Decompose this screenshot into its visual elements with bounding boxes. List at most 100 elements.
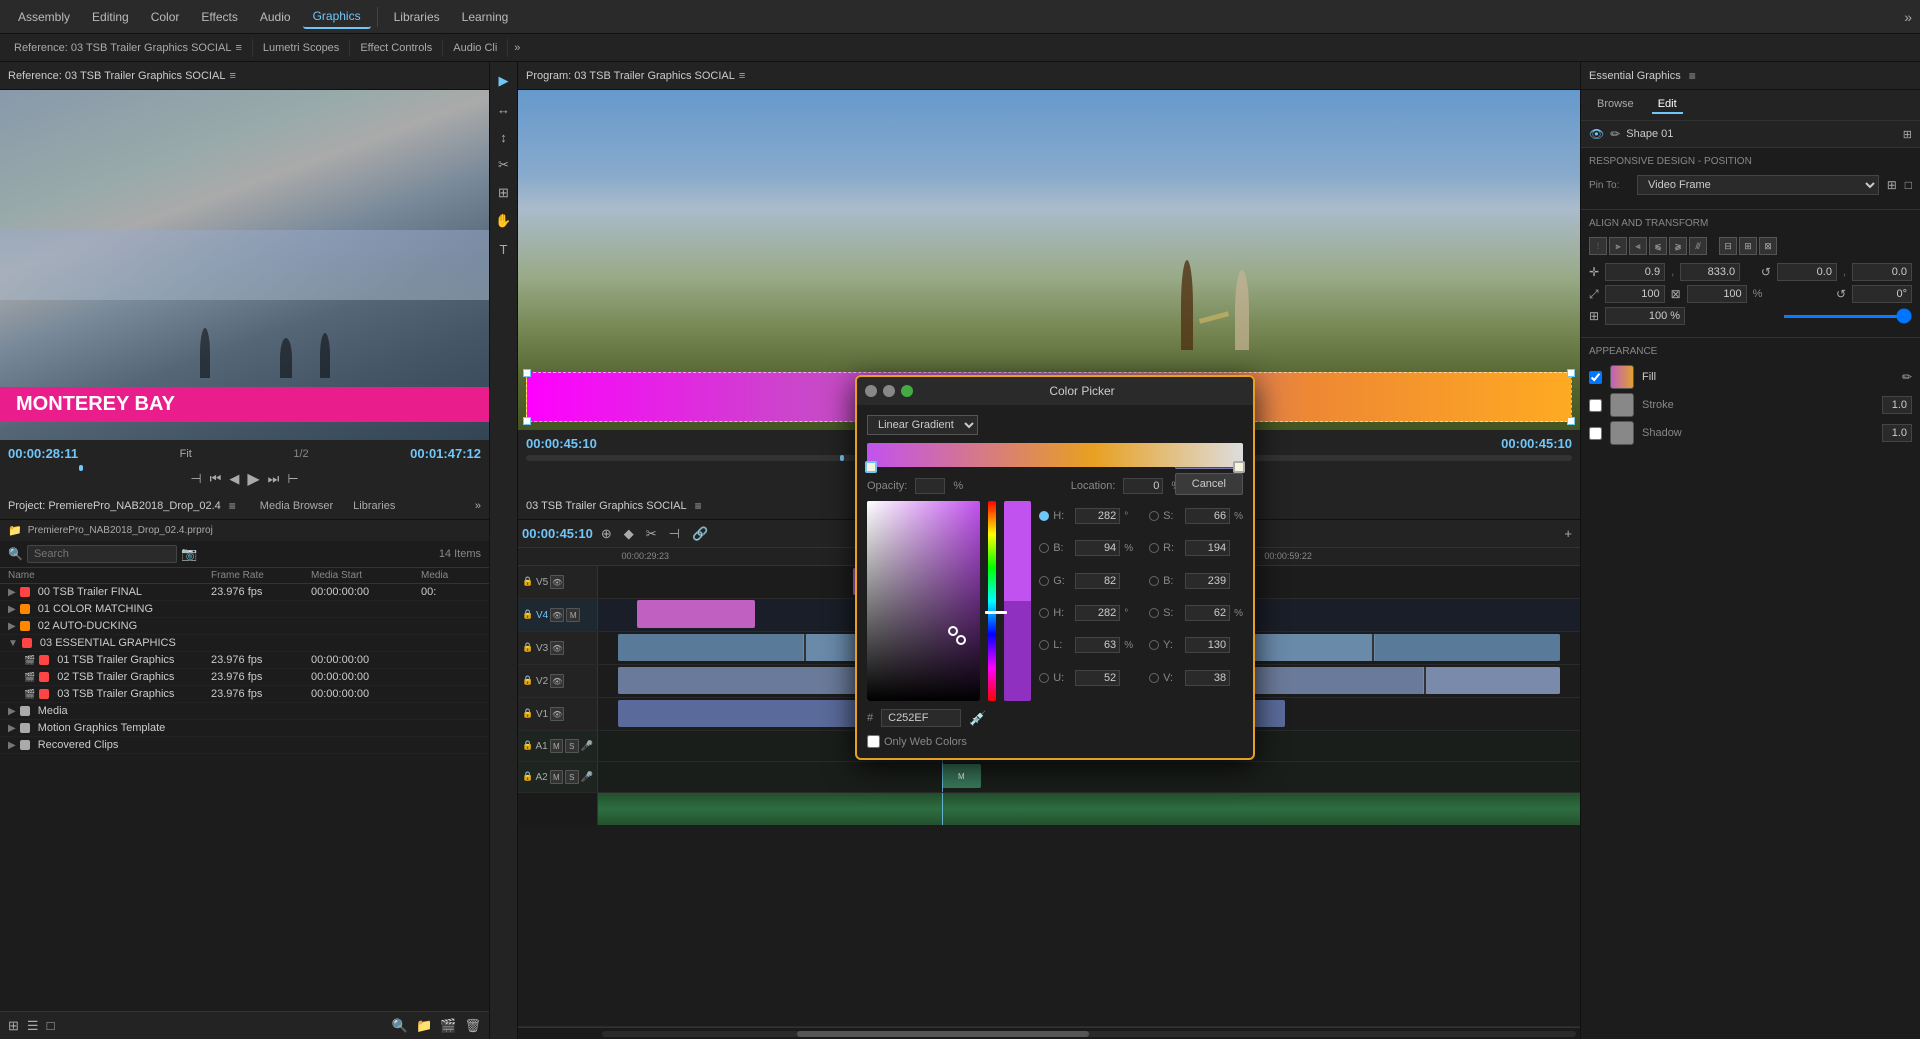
stroke2-opacity[interactable] [1882, 424, 1912, 442]
track-v5-lock[interactable]: 🔒 [522, 576, 534, 588]
pin-icon2[interactable]: □ [1905, 178, 1912, 192]
align-top[interactable]: ⫹ [1649, 237, 1667, 255]
position-y-input[interactable] [1680, 263, 1740, 281]
timeline-scroll-thumb[interactable] [797, 1031, 1089, 1037]
track-a1-lock[interactable]: 🔒 [522, 740, 533, 752]
menu-item-editing[interactable]: Editing [82, 6, 139, 28]
track-v1-lock[interactable]: 🔒 [522, 708, 534, 720]
track-v4-expand[interactable]: M [566, 608, 580, 622]
pin-to-select[interactable]: Video Frame [1637, 175, 1879, 195]
fill-color-swatch[interactable] [1610, 365, 1634, 389]
list-item[interactable]: ▶Media [0, 703, 489, 720]
cp-hue-strip[interactable] [988, 501, 997, 701]
menu-item-color[interactable]: Color [141, 6, 190, 28]
scale-y-input[interactable] [1687, 285, 1747, 303]
menu-overflow-button[interactable]: » [1904, 9, 1912, 25]
track-a2-content[interactable]: M [598, 762, 1580, 792]
distribute-h[interactable]: ⊟ [1719, 237, 1737, 255]
menu-item-graphics[interactable]: Graphics [303, 5, 371, 29]
track-v4-eye[interactable]: 👁 [550, 608, 564, 622]
align-center-h[interactable]: ⫸ [1609, 237, 1627, 255]
list-item[interactable]: ▼03 ESSENTIAL GRAPHICS [0, 635, 489, 652]
track-v3-lock[interactable]: 🔒 [522, 642, 534, 654]
track-a2-mute[interactable]: M [550, 770, 563, 784]
list-item[interactable]: ▶01 COLOR MATCHING [0, 601, 489, 618]
cp-b-input[interactable] [1075, 540, 1120, 556]
tabs-overflow-button[interactable]: » [508, 39, 526, 57]
tool-track-select[interactable]: ↔ [493, 98, 515, 120]
cp-v-radio[interactable] [1149, 673, 1159, 683]
cp-r-input[interactable] [1185, 540, 1230, 556]
tool-hand[interactable]: ✋ [493, 210, 515, 232]
tab-media-browser[interactable]: Media Browser [252, 498, 341, 514]
track-v3-eye[interactable]: 👁 [550, 641, 564, 655]
list-item[interactable]: 🎬01 TSB Trailer Graphics 23.976 fps00:00… [0, 652, 489, 669]
timeline-scrollbar[interactable] [518, 1027, 1580, 1039]
cp-b-radio[interactable] [1039, 543, 1049, 553]
btn-play-back[interactable]: ◀ [229, 471, 239, 487]
cp-saturation-box[interactable] [867, 501, 980, 701]
tab-libraries[interactable]: Libraries [345, 498, 403, 514]
tab-effect-controls[interactable]: Effect Controls [350, 39, 443, 57]
list-item[interactable]: ▶02 AUTO-DUCKING [0, 618, 489, 635]
timeline-scroll-track[interactable] [602, 1031, 1576, 1037]
list-item[interactable]: ▶Motion Graphics Template [0, 720, 489, 737]
btn-step-fwd[interactable]: ⏭ [268, 471, 280, 487]
cp-s2-radio[interactable] [1149, 608, 1159, 618]
gradient-type-select[interactable]: Linear Gradient Radial Gradient Solid Co… [867, 415, 978, 435]
eg-tab-edit[interactable]: Edit [1652, 96, 1683, 114]
tool-type[interactable]: T [493, 238, 515, 260]
distribute-v[interactable]: ⊞ [1739, 237, 1757, 255]
btn-mark-in[interactable]: ⊣ [190, 471, 201, 487]
cp-h-input[interactable] [1075, 508, 1120, 524]
eye-icon[interactable]: 👁 [1589, 127, 1604, 141]
tl-btn-nest[interactable]: ⊕ [597, 524, 616, 544]
align-right[interactable]: ⫷ [1629, 237, 1647, 255]
cp-hex-input[interactable] [881, 709, 961, 727]
gradient-stop-right[interactable] [1233, 461, 1245, 473]
menu-item-learning[interactable]: Learning [452, 6, 519, 28]
btn-step-back[interactable]: ⏮ [210, 471, 222, 487]
align-left[interactable]: ⫶ [1589, 237, 1607, 255]
footer-grid-icon[interactable]: ⊞ [8, 1018, 19, 1034]
project-overflow-icon[interactable]: » [475, 500, 481, 512]
location-value-input[interactable] [1123, 478, 1163, 494]
cp-y-radio[interactable] [1149, 640, 1159, 650]
footer-new-bin-icon[interactable]: 📁 [416, 1018, 432, 1034]
audio-clip-a2-m[interactable]: M [942, 764, 981, 788]
cp-l-radio[interactable] [1039, 640, 1049, 650]
opacity-input[interactable] [1605, 307, 1685, 325]
list-item[interactable]: 🎬03 TSB Trailer Graphics 23.976 fps00:00… [0, 686, 489, 703]
cp-eyedropper-icon[interactable]: 💉 [969, 710, 986, 727]
tl-btn-razor[interactable]: ✂ [642, 524, 661, 544]
tab-audio-clip[interactable]: Audio Cli [443, 39, 508, 57]
cp-b2-input[interactable] [1185, 573, 1230, 589]
project-menu-icon[interactable]: ≡ [229, 499, 236, 513]
cp-l-input[interactable] [1075, 637, 1120, 653]
scale-x-input[interactable] [1605, 285, 1665, 303]
cp-u-input[interactable] [1075, 670, 1120, 686]
eg-corner-pin-icon[interactable]: ⊞ [1903, 128, 1912, 141]
track-a1-mute[interactable]: M [550, 739, 563, 753]
pin-icons[interactable]: ⊞ [1887, 178, 1897, 192]
cp-h2-radio[interactable] [1039, 608, 1049, 618]
cp-v-input[interactable] [1185, 670, 1230, 686]
track-v2-eye[interactable]: 👁 [550, 674, 564, 688]
list-item[interactable]: 🎬02 TSB Trailer Graphics 23.976 fps00:00… [0, 669, 489, 686]
search-input[interactable] [27, 545, 177, 563]
align-center-v[interactable]: ⫺ [1669, 237, 1687, 255]
cp-s2-input[interactable] [1185, 605, 1230, 621]
cp-s-input[interactable] [1185, 508, 1230, 524]
web-colors-checkbox[interactable] [867, 735, 880, 748]
timeline-menu-icon[interactable]: ≡ [695, 499, 702, 513]
track-v5-eye[interactable]: 👁 [550, 575, 564, 589]
cp-b2-radio[interactable] [1149, 576, 1159, 586]
tl-btn-linked[interactable]: 🔗 [688, 524, 712, 544]
cp-h-radio[interactable] [1039, 511, 1049, 521]
footer-search-icon[interactable]: 🔍 [392, 1018, 408, 1034]
track-v4-lock[interactable]: 🔒 [522, 609, 534, 621]
clip-v1-1[interactable] [618, 700, 893, 727]
align-bottom[interactable]: ⫻ [1689, 237, 1707, 255]
cp-h2-input[interactable] [1075, 605, 1120, 621]
program-monitor-menu-icon[interactable]: ≡ [739, 70, 745, 82]
